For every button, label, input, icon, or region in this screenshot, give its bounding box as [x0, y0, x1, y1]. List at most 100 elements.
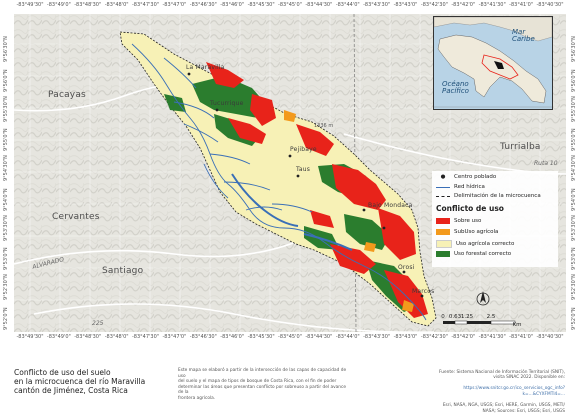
- top-tick-label: -83°49'30": [16, 2, 44, 8]
- place-pacayas: Pacayas: [48, 90, 86, 100]
- left-tick-label: 9°52'0"N: [3, 307, 9, 330]
- legend-item-subuso: SubUso agrícola: [436, 229, 498, 235]
- bottom-tick-label: -83°48'0": [104, 334, 129, 340]
- top-tick-label: -83°46'30": [189, 2, 217, 8]
- source-text: Fuente: Sistema Nacional de Información …: [439, 369, 565, 381]
- scale-label: 0.63: [448, 314, 462, 320]
- right-tick-label: 9°52'30"N: [571, 274, 577, 301]
- road-label-ruta: Ruta 10: [534, 160, 558, 167]
- bottom-tick-label: -83°48'30": [74, 334, 102, 340]
- bottom-tick-label: -83°49'30": [16, 334, 44, 340]
- elevation-label: 1336 m: [314, 123, 334, 129]
- left-tick-label: 9°52'30"N: [3, 274, 9, 301]
- top-tick-label: -83°42'30": [420, 2, 448, 8]
- legend-item-sobre-uso: Sobre uso: [436, 218, 481, 224]
- scale-label: 1.25: [460, 314, 474, 320]
- top-tick-label: -83°45'0": [278, 2, 302, 8]
- legend-centro-poblado: ● Centro poblado: [436, 174, 497, 180]
- legend-delimitacion: Delimitación de la microcuenca: [436, 193, 541, 199]
- top-tick-label: -83°48'30": [74, 2, 102, 8]
- place-santiago: Santiago: [102, 266, 144, 276]
- legend-label: Centro poblado: [454, 174, 497, 180]
- right-tick-label: 9°55'30"N: [571, 95, 577, 122]
- top-tick-label: -83°46'0": [220, 2, 245, 8]
- top-tick-label: -83°48'0": [104, 2, 129, 8]
- bottom-tick-label: -83°45'0": [278, 334, 302, 340]
- road-label-225: 225: [92, 320, 104, 327]
- right-tick-label: 9°56'0"N: [571, 69, 577, 92]
- north-arrow-icon: [476, 289, 490, 309]
- town-label: Taus: [296, 166, 311, 173]
- bottom-tick-label: -83°47'0": [162, 334, 187, 340]
- town-label: Pejibaye: [290, 146, 317, 153]
- bottom-tick-label: -83°43'0": [393, 334, 418, 340]
- top-tick-label: -83°45'30": [247, 2, 275, 8]
- town-label: Orosi: [398, 264, 415, 271]
- bottom-graticule-labels: -83°49'30" -83°49'0" -83°48'30" -83°48'0" -8…: [14, 334, 566, 346]
- right-tick-label: 9°53'30"N: [571, 214, 577, 241]
- right-tick-label: 9°52'0"N: [571, 307, 577, 330]
- right-tick-label: 9°54'0"N: [571, 188, 577, 211]
- town-label: La Maravilla: [186, 64, 225, 71]
- legend-label: Red hídrica: [454, 184, 485, 190]
- left-tick-label: 9°54'0"N: [3, 188, 9, 211]
- scale-bar: 0 0.63 1.25 2.5 Km: [441, 314, 521, 328]
- legend-label: Delimitación de la microcuenca: [454, 193, 541, 199]
- town-label: Bajo Mondaca: [368, 202, 413, 209]
- scale-label: 0: [441, 314, 445, 320]
- place-cervantes: Cervantes: [52, 212, 100, 222]
- top-tick-label: -83°43'30": [363, 2, 391, 8]
- legend-item-forestal: Uso forestal correcto: [436, 251, 511, 257]
- right-graticule-labels: 9°56'30"N 9°56'0"N 9°55'30"N 9°55'0"N 9°54'3…: [566, 14, 581, 332]
- bottom-tick-label: -83°49'0": [46, 334, 71, 340]
- line-icon: [436, 186, 450, 188]
- right-tick-label: 9°55'0"N: [571, 128, 577, 152]
- right-tick-label: 9°53'0"N: [571, 247, 577, 271]
- bottom-tick-label: -83°46'0": [220, 334, 245, 340]
- source-link[interactable]: https://www.snitcr.go.cr/ico_servicios_o…: [463, 386, 565, 397]
- top-tick-label: -83°44'30": [305, 2, 333, 8]
- legend-label: Uso forestal correcto: [454, 251, 512, 257]
- bottom-tick-label: -83°42'0": [451, 334, 476, 340]
- bottom-tick-label: -83°47'30": [132, 334, 160, 340]
- map-frame: -83°49'30" -83°49'0" -83°48'30" -83°48'0" -8…: [0, 0, 581, 414]
- top-tick-label: -83°41'0": [509, 2, 534, 8]
- swatch-icon: [436, 240, 452, 248]
- bottom-tick-label: -83°41'30": [478, 334, 506, 340]
- top-tick-label: -83°43'0": [393, 2, 418, 8]
- top-graticule-labels: -83°49'30" -83°49'0" -83°48'30" -83°48'0" -8…: [14, 2, 566, 14]
- map-source: Fuente: Sistema Nacional de Información …: [400, 364, 565, 414]
- swatch-icon: [436, 229, 450, 235]
- bottom-tick-label: -83°45'30": [247, 334, 275, 340]
- bottom-tick-label: -83°44'30": [305, 334, 333, 340]
- scale-label: 2.5: [486, 314, 496, 320]
- top-tick-label: -83°40'30": [536, 2, 564, 8]
- left-tick-label: 9°55'30"N: [3, 95, 9, 122]
- map-caption: Conflicto de uso del suelo en la microcu…: [14, 368, 146, 395]
- left-tick-label: 9°56'30"N: [3, 36, 9, 62]
- left-tick-label: 9°54'30"N: [3, 155, 9, 182]
- inset-locator-map: Mar Caribe Océano Pacífico: [433, 16, 553, 110]
- place-turrialba: Turrialba: [500, 142, 541, 152]
- top-tick-label: -83°47'0": [162, 2, 187, 8]
- bottom-tick-label: -83°41'0": [509, 334, 534, 340]
- right-tick-label: 9°54'30"N: [571, 155, 577, 182]
- top-tick-label: -83°49'0": [46, 2, 71, 8]
- legend-item-agricola: Uso agrícola correcto: [436, 240, 514, 248]
- bottom-tick-label: -83°40'30": [536, 334, 564, 340]
- town-label: Marcos: [412, 288, 435, 295]
- right-tick-label: 9°56'30"N: [571, 36, 577, 62]
- left-tick-label: 9°55'0"N: [3, 128, 9, 152]
- bottom-tick-label: -83°46'30": [189, 334, 217, 340]
- bottom-tick-label: -83°43'30": [363, 334, 391, 340]
- left-tick-label: 9°53'30"N: [3, 214, 9, 241]
- dashed-line-icon: [436, 195, 450, 197]
- inset-label-pacifico: Océano Pacífico: [442, 80, 469, 95]
- left-graticule-labels: 9°56'30"N 9°56'0"N 9°55'30"N 9°55'0"N 9°54'3…: [0, 14, 14, 332]
- town-label: Tucurrique: [210, 100, 244, 107]
- bottom-tick-label: -83°42'30": [420, 334, 448, 340]
- legend-red-hidrica: Red hídrica: [436, 184, 485, 190]
- inset-label-caribe: Mar Caribe: [512, 28, 535, 43]
- legend-label: Uso agrícola correcto: [456, 241, 515, 247]
- legend-label: SubUso agrícola: [454, 229, 499, 235]
